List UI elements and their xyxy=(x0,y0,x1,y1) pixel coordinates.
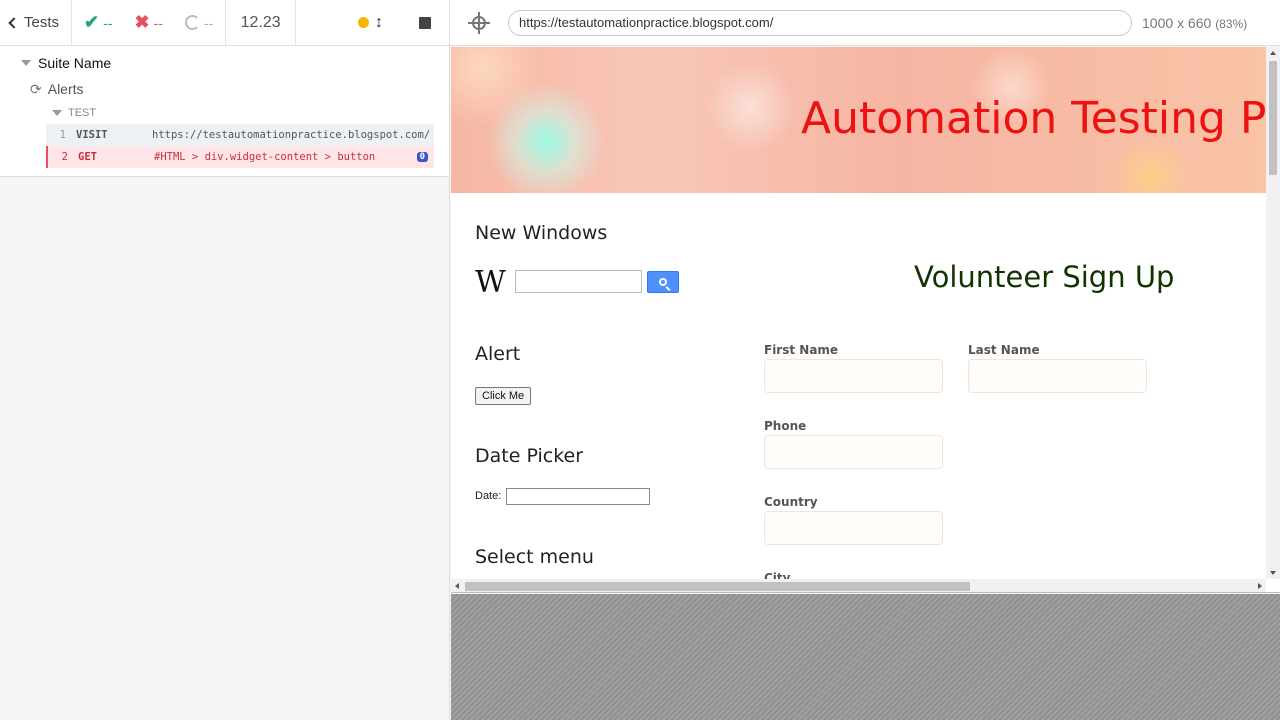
command-number: 1 xyxy=(59,129,66,141)
wikipedia-search-button[interactable] xyxy=(647,271,679,293)
first-name-label: First Name xyxy=(764,343,839,357)
horizontal-scrollbar[interactable] xyxy=(451,579,1266,592)
tests-label: Tests xyxy=(24,14,60,31)
scroll-up-icon[interactable] xyxy=(1270,51,1276,55)
horizontal-scroll-thumb[interactable] xyxy=(465,582,970,591)
first-name-field[interactable] xyxy=(764,359,943,393)
country-label: Country xyxy=(764,495,818,509)
date-input[interactable] xyxy=(506,488,650,505)
vertical-scroll-thumb[interactable] xyxy=(1269,61,1277,175)
crosshair-icon xyxy=(468,11,490,34)
command-name: VISIT xyxy=(76,129,108,141)
test-name: Alerts xyxy=(47,81,84,97)
viewport-scale: (83%) xyxy=(1215,16,1248,31)
country-field[interactable] xyxy=(764,511,943,545)
reporter-header: Tests ✔ -- ✖ -- -- 12.23 ↕ xyxy=(0,0,449,46)
url-bar[interactable]: https://testautomationpractice.blogspot.… xyxy=(508,9,1132,36)
new-windows-heading: New Windows xyxy=(475,222,608,244)
aut-background xyxy=(451,594,1280,720)
chevron-left-icon xyxy=(8,16,20,29)
viewport-size: 1000 x 660 xyxy=(1142,14,1212,31)
last-name-label: Last Name xyxy=(968,343,1040,357)
alert-heading: Alert xyxy=(475,343,521,365)
last-name-field[interactable] xyxy=(968,359,1147,393)
wikipedia-logo: W xyxy=(475,265,506,300)
failed-count: -- xyxy=(153,14,163,31)
viewport-info[interactable]: 1000 x 660 (83%) xyxy=(1142,15,1247,31)
status-dot-icon xyxy=(358,17,369,28)
phone-label: Phone xyxy=(764,419,807,433)
suite-name: Suite Name xyxy=(38,55,112,71)
command-name: GET xyxy=(78,151,97,163)
volunteer-title: Volunteer Sign Up xyxy=(914,260,1175,294)
scroll-right-icon[interactable] xyxy=(1258,583,1262,589)
select-menu-heading: Select menu xyxy=(475,546,594,568)
test-group-row[interactable]: TEST xyxy=(0,102,449,124)
header-banner: Automation Testing Practice xyxy=(451,47,1280,193)
aut-header: https://testautomationpractice.blogspot.… xyxy=(450,0,1280,46)
selector-playground-button[interactable] xyxy=(450,11,508,34)
test-group-label: TEST xyxy=(68,107,97,119)
command-message: #HTML > div.widget-content > button xyxy=(154,151,376,163)
date-label: Date: xyxy=(475,490,502,502)
suite-row[interactable]: Suite Name xyxy=(0,50,449,76)
pending-stat[interactable]: -- xyxy=(184,14,214,31)
element-count-badge: 0 xyxy=(416,152,428,162)
scroll-down-icon[interactable] xyxy=(1270,571,1276,575)
pending-count: -- xyxy=(203,14,214,31)
failed-stat[interactable]: ✖ -- xyxy=(134,12,162,33)
click-me-button[interactable]: Click Me xyxy=(475,387,532,405)
x-icon: ✖ xyxy=(134,12,150,32)
triangle-down-icon xyxy=(52,110,62,116)
triangle-down-icon xyxy=(21,60,31,66)
phone-field[interactable] xyxy=(764,435,943,469)
passed-count: -- xyxy=(103,14,113,31)
reporter-panel: Tests ✔ -- ✖ -- -- 12.23 ↕ Suite Name ⟳ … xyxy=(0,0,450,720)
command-message: https://testautomationpractice.blogspot.… xyxy=(152,129,431,141)
aut-iframe: Automation Testing Practice New Windows … xyxy=(451,47,1280,593)
vertical-scrollbar[interactable] xyxy=(1266,47,1280,579)
run-controls: ↕ xyxy=(296,0,449,46)
reporter-body: Suite Name ⟳ Alerts TEST 1 VISIT https:/… xyxy=(0,46,449,177)
passed-stat[interactable]: ✔ -- xyxy=(84,12,112,33)
site-title[interactable]: Automation Testing Practice xyxy=(801,93,1280,144)
resize-arrows-icon[interactable]: ↕ xyxy=(375,14,383,32)
command-row-failed[interactable]: 2 GET #HTML > div.widget-content > butto… xyxy=(46,146,434,168)
stats-bar: ✔ -- ✖ -- -- xyxy=(72,0,227,46)
pending-circle-icon xyxy=(184,15,200,30)
command-number: 2 xyxy=(61,151,68,163)
command-row[interactable]: 1 VISIT https://testautomationpractice.b… xyxy=(46,124,434,146)
tests-button[interactable]: Tests xyxy=(0,0,73,46)
refresh-icon: ⟳ xyxy=(30,80,42,97)
scroll-left-icon[interactable] xyxy=(455,583,459,589)
search-icon xyxy=(659,278,667,286)
duration: 12.23 xyxy=(226,0,297,46)
test-row[interactable]: ⟳ Alerts xyxy=(0,76,449,102)
check-icon: ✔ xyxy=(84,12,100,32)
wikipedia-search-input[interactable] xyxy=(515,270,642,293)
stop-icon[interactable] xyxy=(419,16,431,29)
date-picker-heading: Date Picker xyxy=(475,445,584,467)
